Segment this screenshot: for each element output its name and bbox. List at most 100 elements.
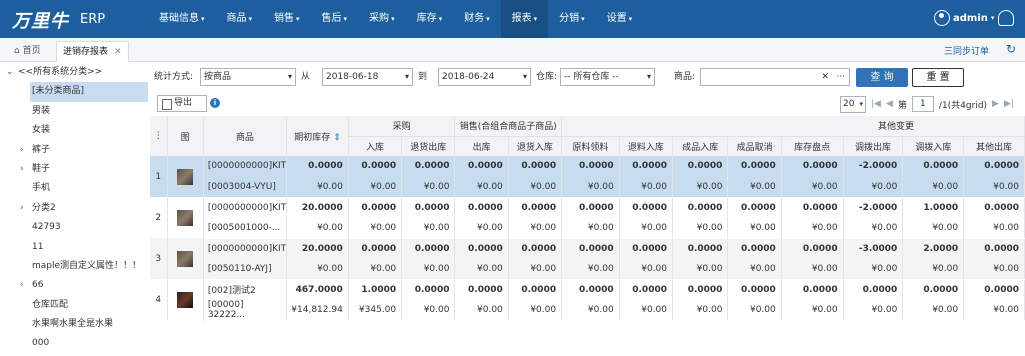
stat-label: 统计方式: (154, 72, 194, 82)
nav-finance[interactable]: 财务 ▾ (453, 0, 501, 38)
product-sku[interactable]: [00000] 32222... (203, 299, 287, 321)
tree-item[interactable]: › 鞋子 (0, 160, 148, 179)
reset-button[interactable]: 重 置 (912, 68, 964, 87)
table-row-amount[interactable]: [0050110-AYJ] ¥0.00 ¥0.00 ¥0.00 ¥0.00 ¥0.00 ¥0… (150, 258, 1025, 280)
warehouse-label: 仓库: (536, 72, 558, 82)
tab-label: 首页 (22, 46, 41, 56)
tree-item[interactable]: 仓库匹配 (0, 296, 148, 315)
app-logo-erp: ERP (80, 12, 106, 27)
product-code[interactable]: [0000000000]KIT (203, 238, 287, 259)
product-code[interactable]: [0000000000]KIT (203, 197, 287, 218)
tab-home[interactable]: ⌂ 首页 (8, 41, 47, 62)
col-return-in: 退货入库 (508, 136, 563, 156)
nav-goods[interactable]: 商品 ▾ (216, 0, 264, 38)
nav-aftersale[interactable]: 售后 ▾ (311, 0, 359, 38)
table-row-amount[interactable]: [00000] 32222... ¥14,812.94 ¥345.00 ¥0.00 ¥0… (150, 299, 1025, 321)
headset-icon[interactable] (998, 10, 1014, 26)
goods-input[interactable]: ✕ ··· (700, 68, 850, 86)
tree-item[interactable]: 水果啊水果全是水果 (0, 315, 148, 334)
product-code[interactable]: [002]测试2 (203, 279, 287, 300)
col-other-out: 其他出库 (963, 136, 1025, 156)
tree-item[interactable]: › 分类2 (0, 199, 148, 218)
caret-down-icon: ▾ (628, 15, 633, 23)
table-row[interactable]: 4 [002]测试2 467.0000 1.0000 0.0000 0.0000 0.000… (150, 279, 1025, 320)
nav-stock[interactable]: 库存 ▾ (406, 0, 454, 38)
export-button[interactable]: 导出 (157, 95, 207, 112)
amount-cell: ¥0.00 (963, 176, 1025, 198)
table-row[interactable]: 3 [0000000000]KIT 20.0000 0.0000 0.0000 0.000… (150, 238, 1025, 279)
nav-reports[interactable]: 报表 ▾ (500, 0, 549, 38)
from-date-value: 2018-06-18 (326, 72, 379, 82)
tree-label: 仓库匹配 (32, 299, 69, 310)
tree-item-all[interactable]: ⌄ <<所有系统分类>> (0, 63, 148, 82)
qty-cell: 0.0000 (672, 279, 729, 300)
nav-purchase[interactable]: 采购 ▾ (358, 0, 406, 38)
col-raw: 原料领料 (561, 136, 620, 156)
tree-item[interactable]: › 裤子 (0, 141, 148, 160)
qty-cell: 0.0000 (781, 156, 844, 177)
product-sku[interactable]: [0005001000-... (203, 217, 287, 239)
table-row-amount[interactable]: [0005001000-... ¥0.00 ¥0.00 ¥0.00 ¥0.00 ¥0.00… (150, 217, 1025, 239)
col-opening[interactable]: 期初库存 ⇕ (286, 116, 349, 156)
info-icon[interactable]: i (210, 98, 220, 108)
sync-orders-link[interactable]: 三同步订单 (944, 44, 989, 57)
tree-item[interactable]: 000 (0, 334, 148, 353)
page-input[interactable]: 1 (911, 96, 934, 112)
refresh-icon[interactable]: ↻ (1006, 42, 1016, 56)
product-image (177, 209, 194, 226)
query-button[interactable]: 查 询 (856, 68, 908, 87)
group-other: 其他变更 (561, 116, 1025, 137)
table-row-amount[interactable]: [0003004-VYU] ¥0.00 ¥0.00 ¥0.00 ¥0.00 ¥0.00 ¥0… (150, 176, 1025, 198)
col-purchase-out: 退货出库 (401, 136, 456, 156)
more-icon[interactable]: ··· (836, 69, 845, 85)
tree-item[interactable]: 女装 (0, 121, 148, 140)
stat-value: 按商品 (204, 72, 232, 82)
goods-label: 商品: (674, 72, 696, 82)
close-icon[interactable]: ✕ (114, 47, 122, 57)
product-sku[interactable]: [0050110-AYJ] (203, 258, 287, 280)
tree-item[interactable]: 男装 (0, 102, 148, 121)
qty-cell: 0.0000 (672, 238, 729, 259)
product-sku[interactable]: [0003004-VYU] (203, 176, 287, 198)
nav-distribution[interactable]: 分销 ▾ (548, 0, 596, 38)
filter-bar: 统计方式: 按商品 ▾ 从 2018-06-18 ▾ 到 2018-06-24 ▾ 仓… (150, 66, 1025, 88)
prev-page-icon[interactable]: ◀ (886, 99, 893, 109)
app-logo[interactable]: 万里牛 (12, 7, 69, 33)
caret-down-icon: ▾ (581, 15, 585, 23)
tab-inventory-report[interactable]: 进销存报表 ✕ (56, 41, 129, 62)
row-number: 3 (150, 238, 168, 279)
to-date-input[interactable]: 2018-06-24 ▾ (438, 68, 531, 86)
stat-select[interactable]: 按商品 ▾ (200, 68, 296, 86)
nav-basic-info[interactable]: 基础信息 ▾ (148, 0, 216, 38)
tree-item[interactable]: 11 (0, 238, 148, 257)
product-image (177, 291, 194, 308)
last-page-icon[interactable]: ▶| (1004, 99, 1014, 109)
tree-item[interactable]: maple测自定义属性！！！ (0, 257, 148, 276)
page-size-select[interactable]: 20 ▾ (840, 95, 866, 113)
tree-item[interactable]: 42793 (0, 218, 148, 237)
nav-settings[interactable]: 设置 ▾ (596, 0, 644, 38)
table-row[interactable]: 1 [0000000000]KIT 0.0000 0.0000 0.0000 0.0000… (150, 156, 1025, 197)
row-menu-icon[interactable]: ⋮ (150, 116, 168, 156)
table-row[interactable]: 2 [0000000000]KIT 20.0000 0.0000 0.0000 0.000… (150, 197, 1025, 238)
qty-cell: 0.0000 (561, 279, 620, 300)
nav-label: 商品 (226, 13, 247, 24)
amount-cell: ¥0.00 (781, 258, 844, 280)
chevron-right-icon: › (20, 144, 24, 155)
tree-item[interactable]: 手机 (0, 179, 148, 198)
first-page-icon[interactable]: |◀ (871, 99, 881, 109)
amount-cell: ¥0.00 (508, 258, 563, 280)
clear-icon[interactable]: ✕ (821, 69, 829, 85)
chevron-down-icon: ▾ (287, 72, 292, 81)
qty-cell: 0.0000 (963, 197, 1025, 218)
page-suffix: /1(共4grid) (938, 100, 988, 111)
product-code[interactable]: [0000000000]KIT (203, 156, 287, 177)
next-page-icon[interactable]: ▶ (992, 99, 999, 109)
tree-item-uncategorized[interactable]: [未分类商品] (30, 82, 148, 102)
from-date-input[interactable]: 2018-06-18 ▾ (322, 68, 413, 86)
amount-cell: ¥0.00 (963, 258, 1025, 280)
user-menu[interactable]: admin ▾ (934, 10, 994, 26)
warehouse-select[interactable]: -- 所有仓库 -- ▾ (560, 68, 655, 86)
tree-item[interactable]: › 66 (0, 276, 148, 295)
nav-sales[interactable]: 销售 ▾ (263, 0, 311, 38)
